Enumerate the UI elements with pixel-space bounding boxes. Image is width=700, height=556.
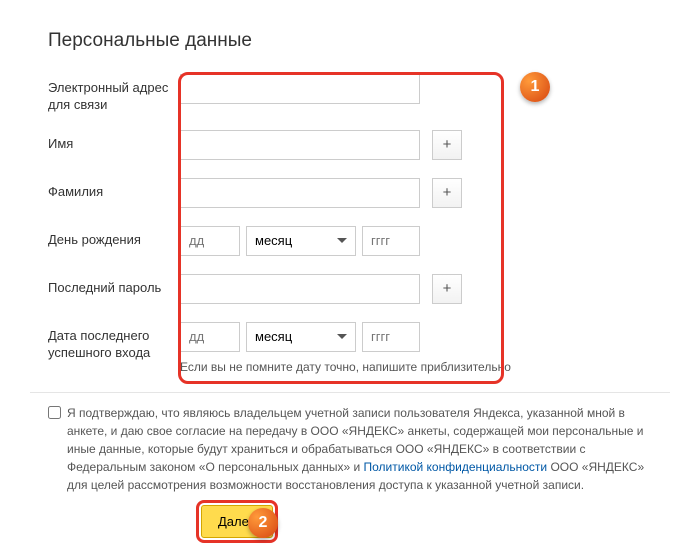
birthday-year-input[interactable] [362,226,420,256]
lastlogin-year-input[interactable] [362,322,420,352]
date-hint: Если вы не помните дату точно, напишите … [180,360,511,374]
privacy-policy-link[interactable]: Политикой конфиденциальности [364,460,548,474]
lastpassword-add-button[interactable]: + [432,274,462,304]
lastpassword-input[interactable] [180,274,420,304]
firstname-add-button[interactable]: + [432,130,462,160]
birthday-label: День рождения [48,226,180,249]
page-title: Персональные данные [48,30,652,52]
consent-block: Я подтверждаю, что являюсь владельцем уч… [48,404,652,494]
lastlogin-month-select[interactable]: месяц [246,322,356,352]
lastpassword-label: Последний пароль [48,274,180,297]
annotation-marker-1: 1 [520,72,550,102]
firstname-input[interactable] [180,130,420,160]
email-label: Электронный адрес для связи [48,74,180,114]
lastname-add-button[interactable]: + [432,178,462,208]
lastname-input[interactable] [180,178,420,208]
divider [30,392,670,393]
lastname-label: Фамилия [48,178,180,201]
email-input[interactable] [180,74,420,104]
firstname-label: Имя [48,130,180,153]
birthday-day-input[interactable] [180,226,240,256]
lastlogin-day-input[interactable] [180,322,240,352]
annotation-marker-2: 2 [248,508,278,538]
consent-checkbox[interactable] [48,406,61,419]
birthday-month-select[interactable]: месяц [246,226,356,256]
lastlogin-label: Дата последнего успешного входа [48,322,180,362]
